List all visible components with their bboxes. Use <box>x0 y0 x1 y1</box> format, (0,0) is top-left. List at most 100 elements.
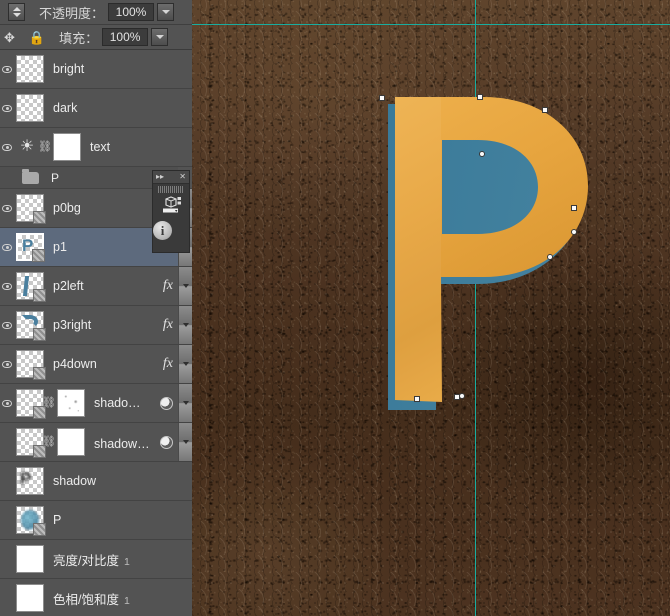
floating-mini-panel[interactable]: ▸▸ ✕ i <box>152 170 190 253</box>
handle-bottom-3[interactable] <box>459 393 465 399</box>
layer-effects-icon[interactable]: fx <box>163 356 173 372</box>
layer-visibility-toggle[interactable] <box>0 189 14 227</box>
layer-mask-thumbnail[interactable] <box>57 428 85 456</box>
layer-visibility-toggle[interactable] <box>0 267 14 305</box>
layer-thumbnail[interactable] <box>16 389 44 417</box>
handle-top-right[interactable] <box>542 107 548 113</box>
layer-expander <box>178 50 192 88</box>
layer-thumbnail[interactable] <box>16 545 44 573</box>
layer-thumbnail[interactable] <box>16 350 44 378</box>
layer-visibility-toggle[interactable] <box>0 306 14 344</box>
stepper-up-arrow <box>13 7 21 11</box>
opacity-input[interactable]: 100% <box>108 3 154 21</box>
layer-visibility-toggle[interactable] <box>0 423 14 461</box>
layer-expander[interactable] <box>178 384 192 422</box>
thumb-art <box>22 315 38 328</box>
layer-effects-icon[interactable]: fx <box>163 278 173 294</box>
eye-icon <box>2 283 12 290</box>
layer-name-suffix: 1 <box>124 556 130 568</box>
layer-expander[interactable] <box>178 267 192 305</box>
layer-row[interactable]: 色相/饱和度1 <box>0 579 192 616</box>
handle-bottom-1[interactable] <box>414 396 420 402</box>
left-dock: 不透明度： 100% ✥ 🔒 填充： 100% brightdark☀⛓text… <box>0 0 192 616</box>
document-canvas[interactable] <box>192 0 670 616</box>
3d-object-button[interactable] <box>153 196 189 216</box>
layer-thumbnail[interactable] <box>16 94 44 122</box>
layer-visibility-toggle[interactable] <box>0 540 14 578</box>
layer-row[interactable]: p3rightfx <box>0 306 192 345</box>
layer-thumbnail[interactable] <box>16 194 44 222</box>
layer-row[interactable]: ☀⛓ text <box>0 128 192 167</box>
layer-expander <box>178 89 192 127</box>
layer-visibility-toggle[interactable] <box>0 579 14 616</box>
layer-visibility-toggle[interactable] <box>0 167 14 188</box>
drag-grip-icon[interactable] <box>158 186 184 193</box>
layer-name: text <box>90 140 178 154</box>
mask-dot-icon[interactable] <box>160 436 173 449</box>
layer-row[interactable]: 亮度/对比度1 <box>0 540 192 579</box>
lock-all-icon[interactable]: 🔒 <box>29 31 45 44</box>
layer-expander[interactable] <box>178 423 192 461</box>
layer-visibility-toggle[interactable] <box>0 89 14 127</box>
layer-expander[interactable] <box>178 345 192 383</box>
layer-mask-thumbnail[interactable] <box>53 133 81 161</box>
layers-list[interactable]: brightdark☀⛓textPp0bgfxPp1fxp2leftfxp3ri… <box>0 50 192 616</box>
handle-bottom-center[interactable] <box>479 151 485 157</box>
layer-effects-icon[interactable]: fx <box>163 317 173 333</box>
layer-name: dark <box>53 101 178 115</box>
layer-thumbnail[interactable]: P <box>16 233 44 261</box>
layer-row[interactable]: ⛓shado… <box>0 384 192 423</box>
eye-icon <box>2 105 12 112</box>
layer-row[interactable]: Pshadow <box>0 462 192 501</box>
fill-input[interactable]: 100% <box>102 28 148 46</box>
opacity-dropdown-icon[interactable] <box>157 3 174 21</box>
thumb-art: P <box>20 470 31 487</box>
layer-row[interactable]: bright <box>0 50 192 89</box>
stepper-updown-icon[interactable] <box>8 3 25 21</box>
info-icon[interactable]: i <box>153 221 172 240</box>
mini-panel-header[interactable]: ▸▸ ✕ <box>153 171 189 184</box>
layer-expander <box>178 579 192 616</box>
layer-name: shado… <box>94 396 160 410</box>
layer-row[interactable]: p2leftfx <box>0 267 192 306</box>
move-lock-icon[interactable]: ✥ <box>4 31 15 44</box>
collapse-arrows-icon[interactable]: ▸▸ <box>156 173 164 181</box>
letter-p-artwork[interactable] <box>192 0 670 616</box>
layer-name: 色相/饱和度1 <box>53 589 178 608</box>
layer-visibility-toggle[interactable] <box>0 384 14 422</box>
layer-thumbnail[interactable] <box>16 55 44 83</box>
layer-thumbnail[interactable] <box>16 311 44 339</box>
layer-visibility-toggle[interactable] <box>0 462 14 500</box>
layer-thumbnail[interactable] <box>16 428 44 456</box>
layer-thumbnail[interactable]: P <box>16 467 44 495</box>
layer-thumbnail[interactable] <box>16 272 44 300</box>
layer-visibility-toggle[interactable] <box>0 501 14 539</box>
handle-top-left[interactable] <box>379 95 385 101</box>
layer-expander[interactable] <box>178 306 192 344</box>
eye-icon <box>2 144 12 151</box>
layer-visibility-toggle[interactable] <box>0 50 14 88</box>
layer-row[interactable]: p4downfx <box>0 345 192 384</box>
handle-mid-right[interactable] <box>571 205 577 211</box>
layer-visibility-toggle[interactable] <box>0 345 14 383</box>
layer-row[interactable]: ⛓shadow动感… <box>0 423 192 462</box>
handle-right-lower[interactable] <box>571 229 577 235</box>
fill-bar: ✥ 🔒 填充： 100% <box>0 25 192 50</box>
layer-thumbnail[interactable] <box>16 506 44 534</box>
layer-visibility-toggle[interactable] <box>0 228 14 266</box>
brightness-icon[interactable]: ☀ <box>14 139 40 155</box>
close-icon[interactable]: ✕ <box>179 173 186 181</box>
eye-icon <box>2 66 12 73</box>
layer-name: p0bg <box>53 201 163 215</box>
layer-visibility-toggle[interactable] <box>0 128 14 166</box>
fill-dropdown-icon[interactable] <box>151 28 168 46</box>
layer-mask-thumbnail[interactable] <box>57 389 85 417</box>
handle-top-center[interactable] <box>477 94 483 100</box>
layer-row[interactable]: dark <box>0 89 192 128</box>
chevron-down-icon <box>183 284 189 288</box>
mask-dot-icon[interactable] <box>160 397 173 410</box>
link-icon[interactable]: ⛓ <box>40 142 50 153</box>
layer-row[interactable]: P <box>0 501 192 540</box>
layer-thumbnail[interactable] <box>16 584 44 612</box>
handle-bottom-right[interactable] <box>547 254 553 260</box>
